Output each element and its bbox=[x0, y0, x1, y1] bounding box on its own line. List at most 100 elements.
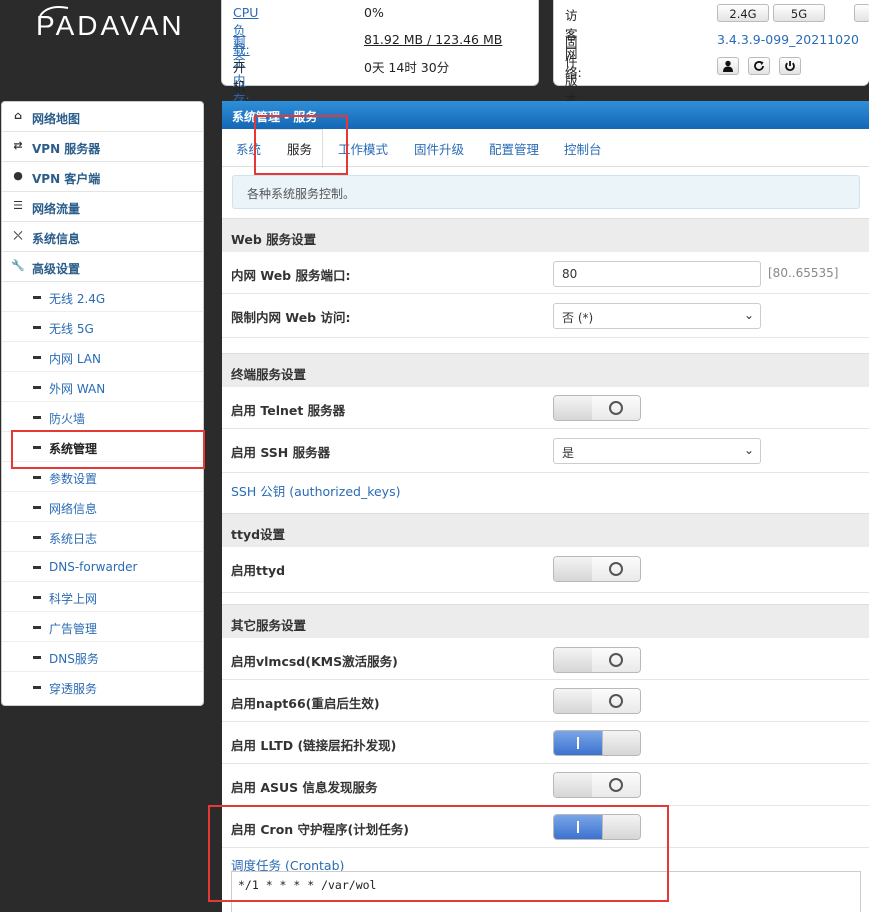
sidebar-sub-label: 网络信息 bbox=[49, 502, 98, 516]
chevron-down-icon: ⌄ bbox=[743, 443, 754, 457]
sidebar-sub-label: DNS服务 bbox=[49, 652, 99, 666]
firmware-label: 固件版本: bbox=[565, 35, 582, 107]
ttyd-toggle[interactable] bbox=[553, 556, 641, 582]
chevron-down-icon: ⌄ bbox=[743, 308, 754, 322]
napt66-label: 启用napt66(重启后生效) bbox=[231, 696, 380, 711]
sidebar-sub-dns-forwarder[interactable]: DNS-forwarder bbox=[2, 552, 203, 582]
padavan-logo: PADAVAN bbox=[36, 6, 185, 41]
random-icon: ⤬ bbox=[13, 229, 23, 242]
vlmcsd-label: 启用vlmcsd(KMS激活服务) bbox=[231, 654, 398, 669]
reboot-button[interactable] bbox=[748, 57, 770, 75]
row-napt66: 启用napt66(重启后生效) bbox=[222, 680, 869, 722]
web-limit-select[interactable]: 否 (*) ⌄ bbox=[553, 303, 761, 329]
sidebar-item-label: VPN 服务器 bbox=[32, 142, 101, 156]
section-title: 其它服务设置 bbox=[231, 618, 307, 633]
telnet-label: 启用 Telnet 服务器 bbox=[231, 403, 346, 418]
ssh-keys-link[interactable]: SSH 公钥 (authorized_keys) bbox=[231, 481, 400, 500]
free-memory-value: 81.92 MB / 123.46 MB bbox=[364, 32, 503, 47]
sidebar-sub-label: 无线 2.4G bbox=[49, 292, 106, 306]
logo-text: PADAVAN bbox=[36, 10, 185, 41]
shutdown-button[interactable] bbox=[779, 57, 801, 75]
tab-config-management[interactable]: 配置管理 bbox=[489, 139, 539, 158]
lltd-toggle[interactable] bbox=[553, 730, 641, 756]
section-terminal: 终端服务设置 bbox=[222, 353, 869, 387]
row-lltd: 启用 LLTD (链接层拓扑发现) bbox=[222, 722, 869, 764]
sidebar-sub-firewall[interactable]: 防火墙 bbox=[2, 402, 203, 432]
info-alert: 各种系统服务控制。 bbox=[232, 175, 860, 209]
wrench-icon: 🔧 bbox=[11, 259, 25, 272]
asus-discovery-toggle[interactable] bbox=[553, 772, 641, 798]
sidebar-item-network-map[interactable]: ⌂ 网络地图 bbox=[2, 102, 203, 132]
sidebar-sub-label: 内网 LAN bbox=[49, 352, 101, 366]
web-limit-value: 否 (*) bbox=[562, 311, 594, 325]
sidebar-sub-label: 穿透服务 bbox=[49, 682, 98, 696]
row-vlmcsd: 启用vlmcsd(KMS激活服务) bbox=[222, 638, 869, 680]
web-port-hint: [80..65535] bbox=[768, 266, 839, 280]
sidebar-sub-network-info[interactable]: 网络信息 bbox=[2, 492, 203, 522]
sidebar-sub-wireless-24g[interactable]: 无线 2.4G bbox=[2, 282, 203, 312]
sidebar-nav: ⌂ 网络地图 ⇄ VPN 服务器 ● VPN 客户端 ☰ 网络流量 ⤬ 系统信息… bbox=[1, 101, 204, 706]
tab-firmware-upgrade[interactable]: 固件升级 bbox=[414, 139, 464, 158]
telnet-toggle[interactable] bbox=[553, 395, 641, 421]
top-right-button[interactable] bbox=[854, 4, 869, 22]
sidebar-item-label: VPN 客户端 bbox=[32, 172, 101, 186]
section-title: Web 服务设置 bbox=[231, 232, 317, 247]
sidebar-item-vpn-client[interactable]: ● VPN 客户端 bbox=[2, 162, 203, 192]
sidebar-sub-wan[interactable]: 外网 WAN bbox=[2, 372, 203, 402]
guest-24g-button[interactable]: 2.4G bbox=[717, 4, 769, 22]
row-asus-discovery: 启用 ASUS 信息发现服务 bbox=[222, 764, 869, 806]
sidebar-sub-wireless-5g[interactable]: 无线 5G bbox=[2, 312, 203, 342]
power-icon bbox=[785, 61, 795, 72]
cpu-load-value: 0% bbox=[364, 5, 384, 20]
sidebar-item-traffic[interactable]: ☰ 网络流量 bbox=[2, 192, 203, 222]
refresh-icon bbox=[754, 61, 764, 71]
user-button[interactable] bbox=[717, 57, 739, 75]
sidebar-sub-dns-service[interactable]: DNS服务 bbox=[2, 642, 203, 672]
info-text: 各种系统服务控制。 bbox=[247, 187, 356, 201]
sidebar-sub-proxy[interactable]: 科学上网 bbox=[2, 582, 203, 612]
highlight-box-sidebar bbox=[11, 430, 205, 469]
highlight-box-cron bbox=[208, 805, 669, 902]
main-panel: 系统管理 - 服务 系统 服务 工作模式 固件升级 配置管理 控制台 各种系统服… bbox=[222, 101, 869, 912]
section-title: ttyd设置 bbox=[231, 527, 286, 542]
home-icon: ⌂ bbox=[14, 109, 22, 122]
sidebar-sub-label: 参数设置 bbox=[49, 472, 98, 486]
sidebar-sub-label: 外网 WAN bbox=[49, 382, 106, 396]
row-ttyd: 启用ttyd bbox=[222, 547, 869, 593]
row-telnet: 启用 Telnet 服务器 bbox=[222, 387, 869, 429]
sidebar-sub-label: 无线 5G bbox=[49, 322, 94, 336]
sidebar-sub-lan[interactable]: 内网 LAN bbox=[2, 342, 203, 372]
sidebar-item-label: 网络流量 bbox=[32, 202, 81, 216]
lltd-label: 启用 LLTD (链接层拓扑发现) bbox=[231, 738, 397, 753]
ssh-label: 启用 SSH 服务器 bbox=[231, 445, 331, 460]
row-ssh: 启用 SSH 服务器 是 ⌄ bbox=[222, 429, 869, 473]
web-limit-label: 限制内网 Web 访问: bbox=[231, 310, 351, 325]
sidebar-sub-adblock[interactable]: 广告管理 bbox=[2, 612, 203, 642]
web-port-input[interactable]: 80 bbox=[553, 261, 761, 287]
uptime-value: 0天 14时 30分 bbox=[364, 60, 450, 75]
asus-discovery-label: 启用 ASUS 信息发现服务 bbox=[231, 780, 378, 795]
sidebar-sub-system-log[interactable]: 系统日志 bbox=[2, 522, 203, 552]
sidebar-sub-tunnel[interactable]: 穿透服务 bbox=[2, 672, 203, 702]
sidebar-item-vpn-server[interactable]: ⇄ VPN 服务器 bbox=[2, 132, 203, 162]
tab-console[interactable]: 控制台 bbox=[564, 139, 602, 158]
ttyd-label: 启用ttyd bbox=[231, 563, 286, 578]
section-title: 终端服务设置 bbox=[231, 367, 307, 382]
retweet-icon: ⇄ bbox=[13, 139, 23, 152]
sidebar-item-label: 系统信息 bbox=[32, 232, 81, 246]
sidebar-item-label: 高级设置 bbox=[32, 262, 81, 276]
status-panel-system: CPU 负载: 0% 剩余内存: 81.92 MB / 123.46 MB 开机… bbox=[221, 0, 539, 132]
ssh-select[interactable]: 是 ⌄ bbox=[553, 438, 761, 464]
guest-5g-button[interactable]: 5G bbox=[773, 4, 825, 22]
section-other-services: 其它服务设置 bbox=[222, 604, 869, 638]
sidebar-item-advanced[interactable]: 🔧 高级设置 bbox=[2, 252, 203, 282]
ssh-value: 是 bbox=[562, 446, 575, 460]
vlmcsd-toggle[interactable] bbox=[553, 647, 641, 673]
sidebar-sub-label: 系统日志 bbox=[49, 532, 98, 546]
sidebar-item-system-info[interactable]: ⤬ 系统信息 bbox=[2, 222, 203, 252]
firmware-version-link[interactable]: 3.4.3.9-099_20211020 bbox=[717, 32, 859, 47]
row-web-port: 内网 Web 服务端口: 80 [80..65535] bbox=[222, 252, 869, 294]
napt66-toggle[interactable] bbox=[553, 688, 641, 714]
sidebar-sub-label: DNS-forwarder bbox=[49, 560, 138, 574]
sidebar-sub-label: 广告管理 bbox=[49, 622, 98, 636]
